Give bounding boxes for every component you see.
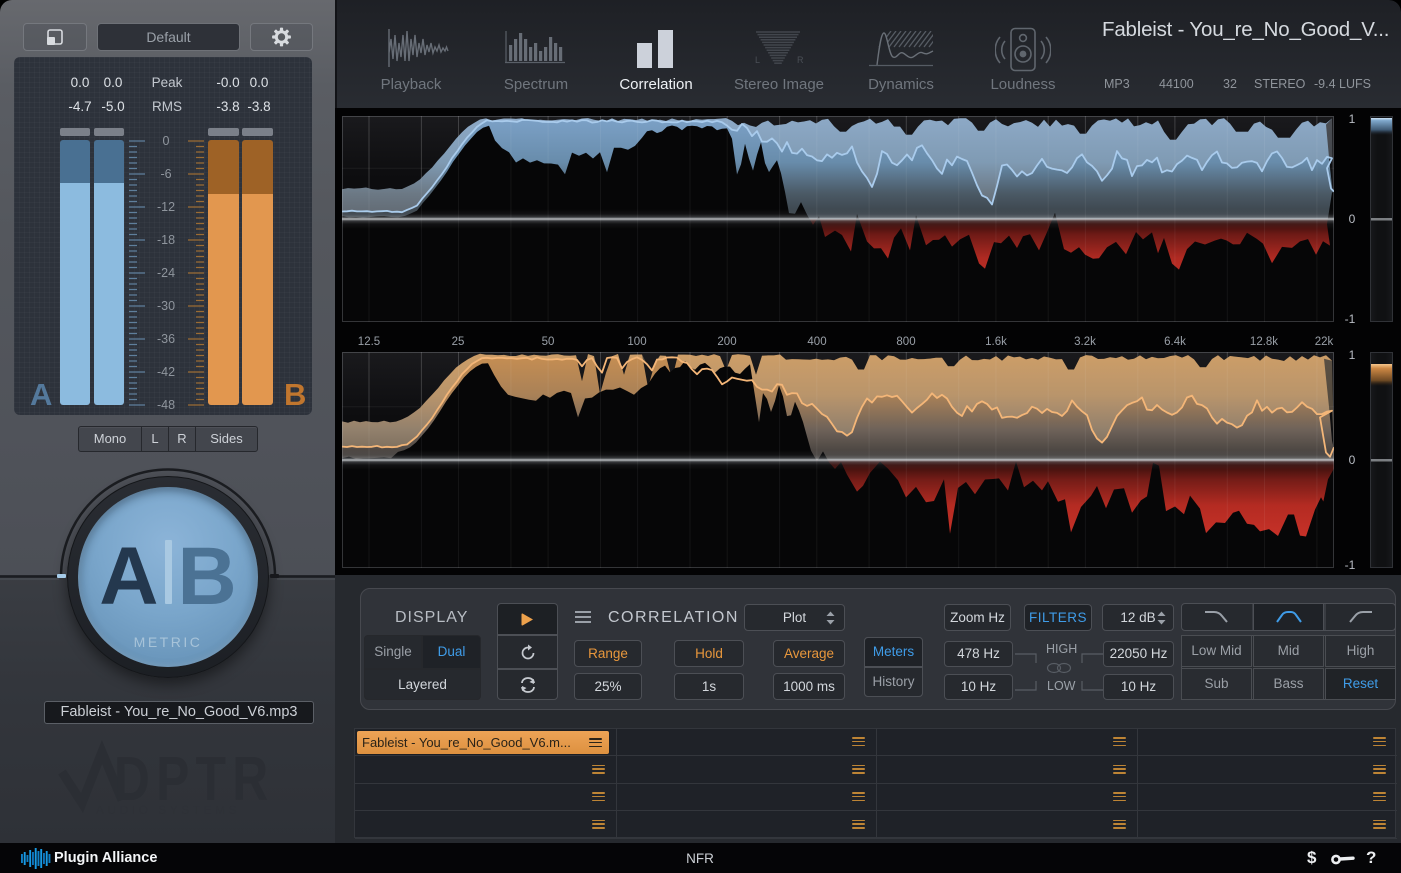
svg-text:AUDIO SYSTEMS: AUDIO SYSTEMS <box>96 803 240 817</box>
svg-text:R: R <box>797 55 804 65</box>
svg-text:L: L <box>755 55 760 65</box>
